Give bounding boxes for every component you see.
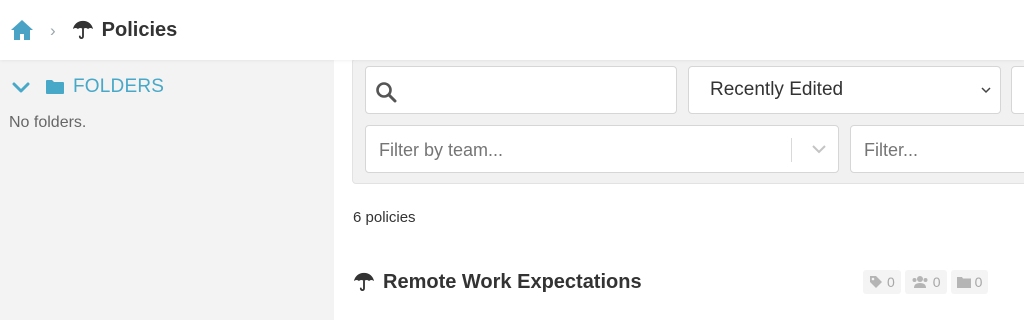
breadcrumb-separator: ›: [50, 20, 56, 40]
select-divider: [791, 138, 792, 162]
list-item[interactable]: Remote Work Expectations 0 0 0: [353, 266, 1024, 298]
chevron-down-icon: [12, 82, 30, 93]
tag-icon: [870, 276, 882, 288]
umbrella-icon: [353, 272, 375, 292]
tags-badge: 0: [863, 270, 901, 294]
folders-label: FOLDERS: [73, 76, 165, 97]
folders-toggle[interactable]: FOLDERS: [12, 76, 164, 98]
sidebar: FOLDERS No folders.: [0, 60, 334, 320]
search-input[interactable]: [406, 75, 666, 105]
extra-filter-control[interactable]: [1011, 66, 1024, 114]
search-box[interactable]: [365, 66, 677, 114]
umbrella-icon: [72, 20, 93, 40]
text-filter-input[interactable]: Filter...: [850, 125, 1024, 173]
policy-title[interactable]: Remote Work Expectations: [383, 271, 642, 294]
folder-icon: [46, 80, 64, 94]
folders-badge: 0: [950, 270, 989, 294]
team-filter-select[interactable]: Filter by team...: [365, 125, 839, 173]
filter-panel: Recently Edited Filter by team... Filter…: [352, 58, 1024, 184]
policy-badges: 0 0 0: [863, 270, 989, 294]
sort-select[interactable]: Recently Edited: [688, 66, 1001, 114]
teams-badge: 0: [904, 270, 947, 294]
team-filter-placeholder: Filter by team...: [379, 140, 504, 160]
policy-count: 6 policies: [353, 209, 416, 226]
teams-count: 0: [932, 274, 941, 290]
users-icon: [912, 276, 928, 288]
page-title: Policies: [101, 18, 178, 41]
chevron-down-icon[interactable]: [811, 143, 827, 155]
sort-selected-value: Recently Edited: [710, 79, 844, 100]
home-icon[interactable]: [10, 19, 34, 41]
tags-count: 0: [887, 274, 895, 290]
top-bar: › Policies: [0, 0, 1024, 60]
search-icon: [376, 82, 397, 103]
chevron-down-icon: [981, 87, 991, 94]
empty-folders-text: No folders.: [9, 114, 87, 131]
folder-icon: [956, 277, 971, 288]
text-filter-placeholder: Filter...: [864, 140, 919, 160]
folders-count: 0: [974, 274, 983, 290]
